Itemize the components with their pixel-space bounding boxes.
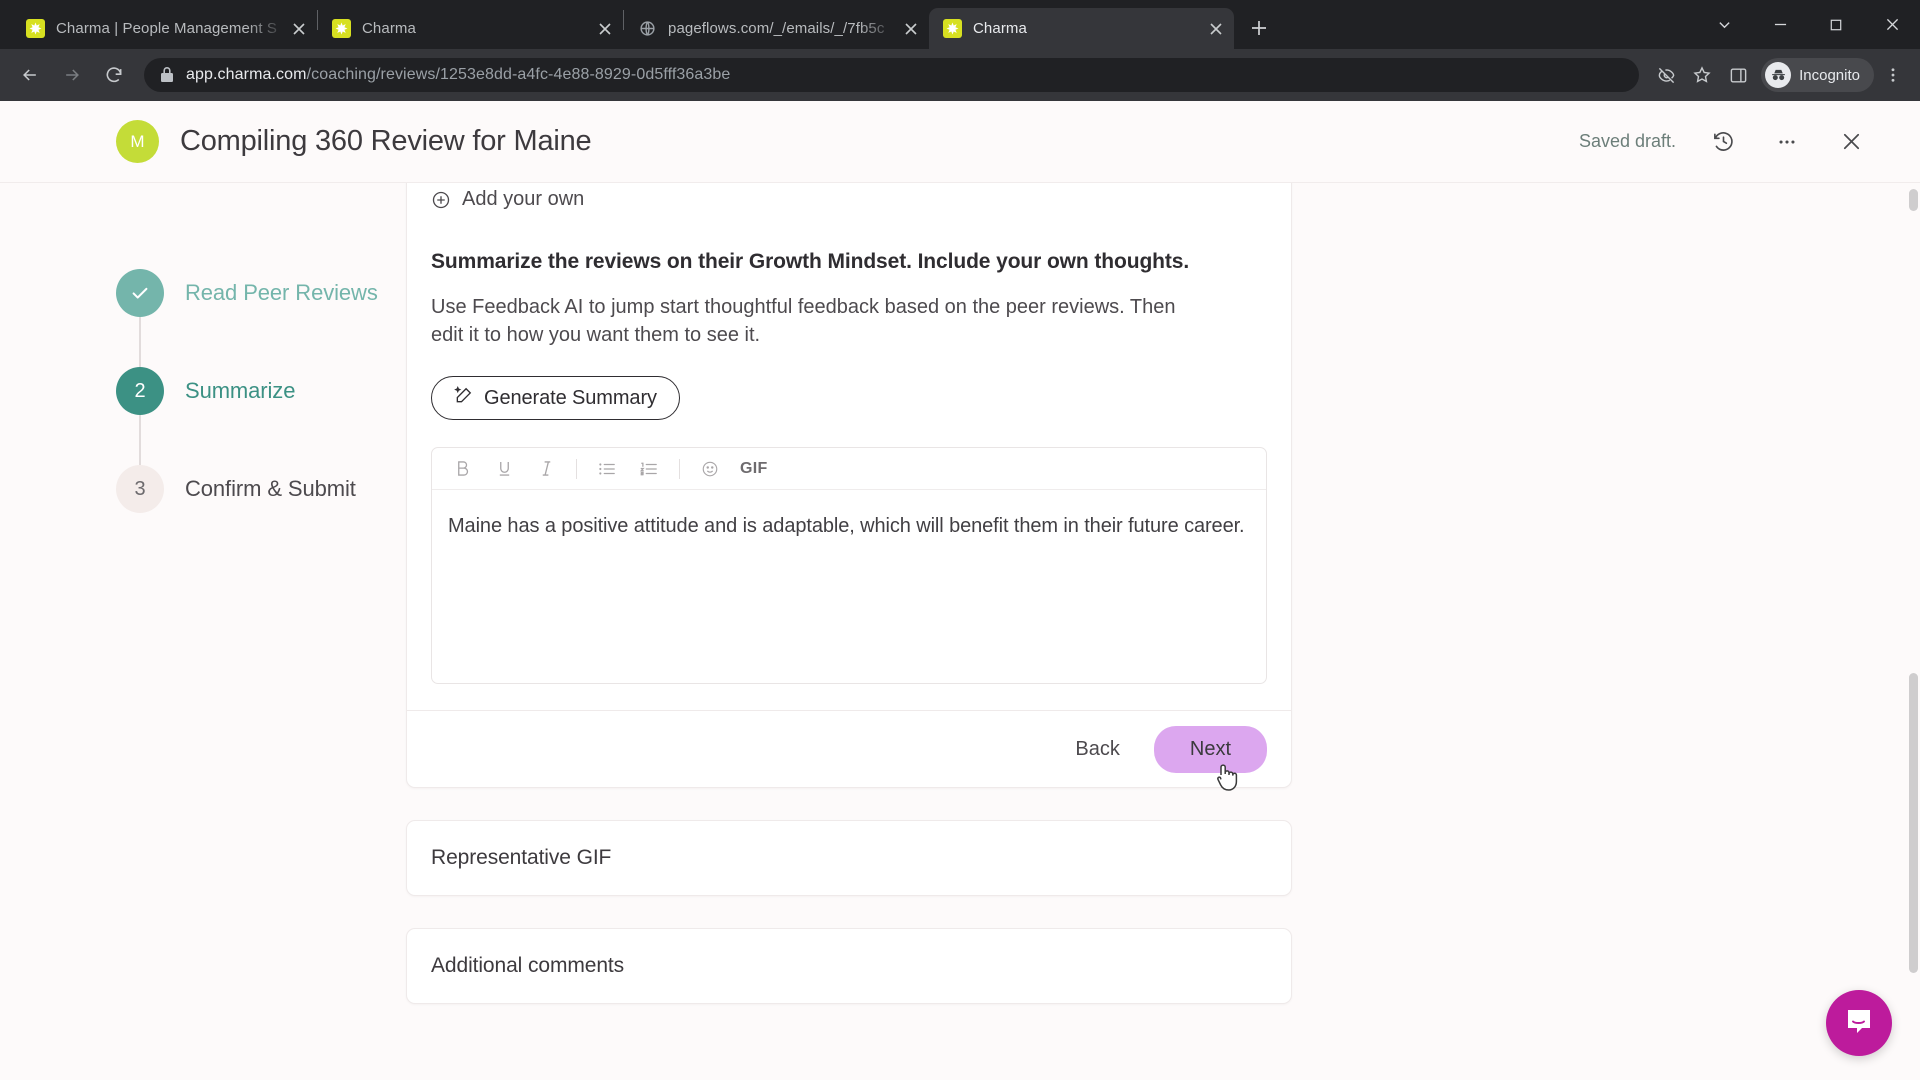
tab-close-icon[interactable] [899,17,923,41]
review-stepper: Read Peer Reviews 2 Summarize 3 Confirm … [116,183,406,1004]
tab-close-icon[interactable] [287,17,311,41]
app-header: M Compiling 360 Review for Maine Saved d… [0,101,1920,183]
step-read-peer-reviews[interactable]: Read Peer Reviews [116,269,406,317]
scrollbar-top-cap [1909,189,1918,211]
scroll-area: Read Peer Reviews 2 Summarize 3 Confirm … [0,183,1920,1080]
incognito-profile-button[interactable]: Incognito [1761,58,1874,92]
window-controls [1696,0,1920,49]
gif-button[interactable]: GIF [740,457,768,481]
browser-toolbar: app.charma.com/coaching/reviews/1253e8dd… [0,49,1920,101]
forward-arrow-icon[interactable] [54,57,90,93]
section-title: Additional comments [431,954,625,978]
tab-title: pageflows.com/_/emails/_/7fb5c [668,20,885,37]
url-text: app.charma.com/coaching/reviews/1253e8dd… [186,66,730,84]
browser-tab-4-active[interactable]: Charma [929,8,1234,49]
saved-status: Saved draft. [1578,131,1676,151]
browser-tab-2[interactable]: Charma [318,8,623,49]
browser-window: Charma | People Management S Charma page… [0,0,1920,1080]
close-icon[interactable] [1834,125,1868,159]
step-summarize[interactable]: 2 Summarize [116,367,406,415]
step-confirm-submit[interactable]: 3 Confirm & Submit [116,465,406,513]
generate-summary-label: Generate Summary [484,386,657,409]
page-viewport: M Compiling 360 Review for Maine Saved d… [0,101,1920,1080]
tab-title: Charma [973,20,1027,37]
step-number: 2 [116,367,164,415]
italic-button[interactable] [534,457,558,481]
generate-summary-button[interactable]: Generate Summary [431,376,680,421]
charma-icon [26,19,45,38]
minimize-icon[interactable] [1752,3,1808,47]
maximize-icon[interactable] [1808,3,1864,47]
magic-wand-icon [454,385,474,411]
tab-title: Charma | People Management S [56,20,277,37]
kebab-menu-icon[interactable] [1876,58,1910,92]
bullet-list-button[interactable] [595,457,619,481]
summary-editor[interactable]: GIF Maine has a positive attitude and is… [431,447,1267,685]
browser-tab-3[interactable]: pageflows.com/_/emails/_/7fb5c [624,8,929,49]
section-additional-comments[interactable]: Additional comments [406,928,1292,1005]
summary-text[interactable]: Maine has a positive attitude and is ada… [432,490,1266,683]
browser-tab-strip: Charma | People Management S Charma page… [0,0,1920,49]
tab-close-icon[interactable] [1204,17,1228,41]
chat-bubble-icon [1844,1006,1874,1041]
address-bar[interactable]: app.charma.com/coaching/reviews/1253e8dd… [144,58,1640,92]
chevron-down-icon[interactable] [1696,3,1752,47]
numbered-list-button[interactable] [637,457,661,481]
question-description: Use Feedback AI to jump start thoughtful… [431,295,1176,346]
window-close-icon[interactable] [1864,3,1920,47]
main-column: Add your own Summarize the reviews on th… [406,183,1292,1005]
charma-icon [943,19,962,38]
next-button[interactable]: Next [1153,725,1267,773]
tab-title: Charma [362,20,416,37]
globe-icon [638,19,657,38]
back-arrow-icon[interactable] [12,57,48,93]
history-clock-icon[interactable] [1706,125,1740,159]
ellipsis-icon[interactable] [1770,125,1804,159]
bold-button[interactable] [450,457,474,481]
scrollbar-thumb[interactable] [1909,673,1918,973]
lock-icon [160,67,174,83]
question-title: Summarize the reviews on their Growth Mi… [431,249,1190,273]
page-title: Compiling 360 Review for Maine [180,125,592,157]
emoji-button[interactable] [698,457,722,481]
incognito-icon [1765,62,1792,88]
toolbar-divider [576,458,577,479]
browser-tab-1[interactable]: Charma | People Management S [12,8,317,49]
page-content: Read Peer Reviews 2 Summarize 3 Confirm … [0,183,1920,1080]
side-panel-icon[interactable] [1721,58,1755,92]
step-label: Summarize [185,378,296,403]
underline-button[interactable] [492,457,516,481]
section-title: Representative GIF [431,846,612,870]
step-connector [139,317,141,367]
add-your-own-button[interactable]: Add your own [407,183,584,211]
editor-toolbar: GIF [432,448,1266,491]
header-actions: Saved draft. [1579,125,1868,159]
summarize-card: Add your own Summarize the reviews on th… [406,183,1292,792]
section-representative-gif[interactable]: Representative GIF [406,820,1292,897]
new-tab-button[interactable] [1242,11,1276,45]
toolbar-divider [679,458,680,479]
url-path: /coaching/reviews/1253e8dd-a4fc-4e88-892… [306,66,731,83]
check-icon [116,269,164,317]
url-host: app.charma.com [186,66,307,83]
step-label: Read Peer Reviews [185,280,378,305]
add-your-own-label: Add your own [462,188,585,210]
page-scrollbar[interactable] [1906,183,1920,1080]
charma-icon [332,19,351,38]
avatar: M [116,120,159,163]
step-label: Confirm & Submit [185,476,356,501]
intercom-chat-button[interactable] [1826,990,1892,1056]
step-number: 3 [116,465,164,513]
star-icon[interactable] [1685,58,1719,92]
step-connector [139,415,141,465]
tab-close-icon[interactable] [593,17,617,41]
eye-off-icon[interactable] [1649,58,1683,92]
card-footer: Back Next [407,710,1291,792]
reload-icon[interactable] [96,57,132,93]
incognito-label: Incognito [1799,66,1860,84]
back-button[interactable]: Back [1053,726,1141,773]
